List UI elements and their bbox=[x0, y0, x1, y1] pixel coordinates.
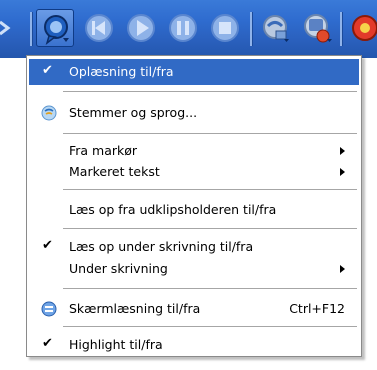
menu-item-label: Fra markør bbox=[69, 143, 138, 158]
stop-button[interactable] bbox=[206, 9, 244, 47]
menu-item-label: Oplæsning til/fra bbox=[69, 64, 174, 79]
toolbar-separator bbox=[250, 12, 252, 46]
submenu-arrow-icon bbox=[340, 168, 345, 176]
help-icon bbox=[352, 15, 377, 41]
menu-item-label: Under skrivning bbox=[69, 261, 168, 276]
menu-item-label: Skærmlæsning til/fra bbox=[69, 301, 201, 316]
screen-icon bbox=[41, 301, 57, 317]
reader-icon bbox=[263, 15, 289, 42]
menu-item-voices-language[interactable]: Stemmer og sprog... bbox=[29, 100, 359, 126]
menu-separator bbox=[63, 133, 357, 134]
submenu-arrow-icon bbox=[340, 147, 345, 155]
context-menu: ✔ Oplæsning til/fra Stemmer og sprog... … bbox=[26, 55, 362, 357]
play-button[interactable] bbox=[122, 9, 160, 47]
menu-item-label: Stemmer og sprog... bbox=[69, 105, 198, 120]
reader-button[interactable] bbox=[256, 9, 294, 47]
menu-item-label: Markeret tekst bbox=[69, 164, 160, 179]
rewind-button[interactable] bbox=[80, 9, 118, 47]
settings-button[interactable] bbox=[298, 9, 336, 47]
submenu-arrow-icon bbox=[340, 265, 345, 273]
speech-bubble-icon bbox=[44, 15, 69, 45]
menu-separator bbox=[63, 228, 357, 229]
play-icon bbox=[127, 14, 155, 42]
menu-item-selected-text[interactable]: Markeret tekst bbox=[29, 159, 359, 185]
checkmark-icon: ✔ bbox=[42, 238, 53, 253]
speech-bubble-button[interactable] bbox=[36, 9, 74, 47]
menu-item-highlight[interactable]: ✔ Highlight til/fra bbox=[29, 332, 359, 358]
settings-icon bbox=[304, 14, 332, 43]
toolbar bbox=[0, 0, 377, 58]
shortcut-label: Ctrl+F12 bbox=[289, 301, 345, 316]
partial-toolbar-icon bbox=[0, 20, 11, 36]
pause-icon bbox=[169, 14, 197, 42]
checkmark-icon: ✔ bbox=[42, 336, 53, 351]
menu-item-label: Læs op under skrivning til/fra bbox=[69, 239, 254, 254]
voice-icon bbox=[41, 105, 57, 121]
menu-item-label: Highlight til/fra bbox=[69, 337, 163, 352]
toolbar-separator bbox=[340, 12, 342, 46]
menu-item-toggle-reading[interactable]: ✔ Oplæsning til/fra bbox=[29, 59, 359, 85]
menu-item-screen-reading[interactable]: Skærmlæsning til/fra Ctrl+F12 bbox=[29, 296, 359, 322]
menu-separator bbox=[63, 288, 357, 289]
menu-item-label: Læs op fra udklipsholderen til/fra bbox=[69, 202, 277, 217]
stop-icon bbox=[211, 14, 239, 42]
rewind-icon bbox=[85, 14, 113, 42]
menu-separator bbox=[63, 91, 357, 92]
pause-button[interactable] bbox=[164, 9, 202, 47]
help-button[interactable] bbox=[346, 9, 377, 47]
menu-item-while-typing[interactable]: Under skrivning bbox=[29, 256, 359, 282]
menu-item-read-clipboard[interactable]: Læs op fra udklipsholderen til/fra bbox=[29, 197, 359, 223]
menu-separator bbox=[63, 326, 357, 327]
checkmark-icon: ✔ bbox=[42, 63, 53, 78]
toolbar-separator bbox=[30, 12, 32, 46]
menu-separator bbox=[63, 189, 357, 190]
